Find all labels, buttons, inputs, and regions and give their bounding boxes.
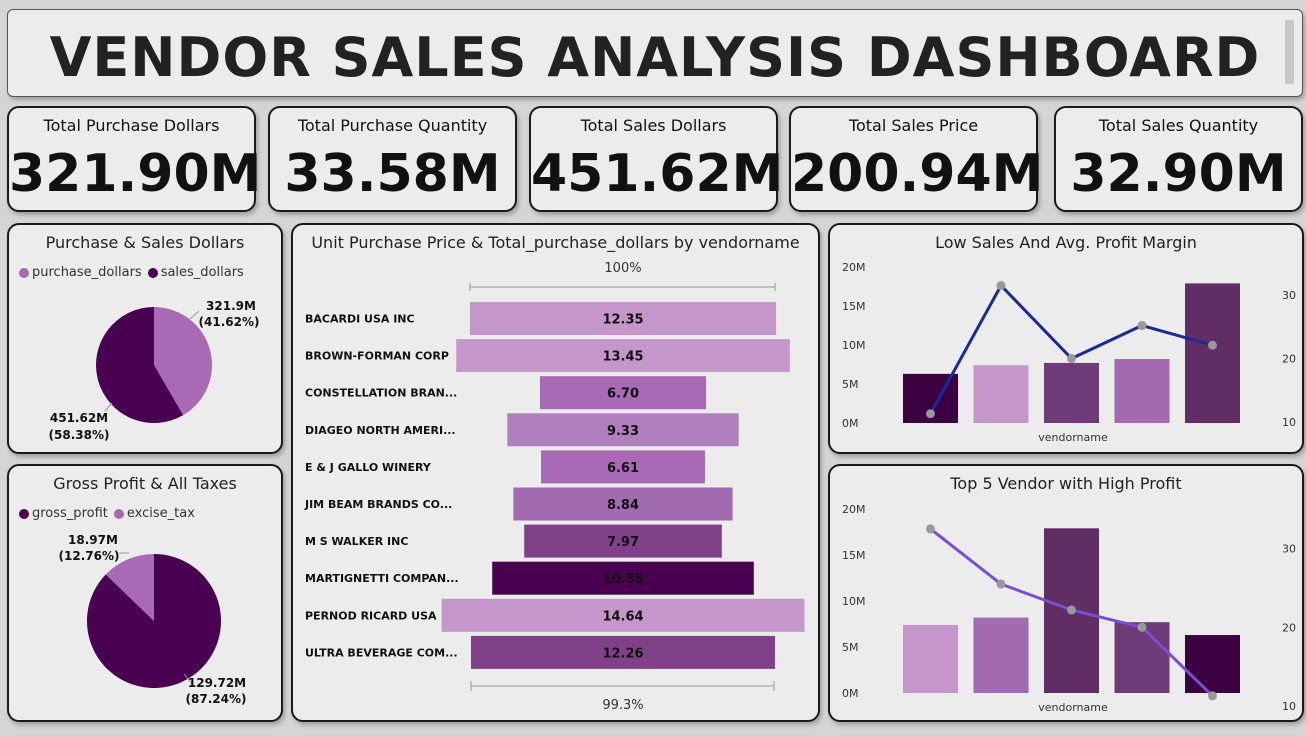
y-tick-label: 10M — [842, 595, 866, 608]
kpi-value: 200.94M — [791, 144, 1044, 204]
combo-svg: 0M 5M 10M 15M 20M 10 20 30 vendorname — [842, 261, 1296, 444]
y-tick-label: 15M — [842, 549, 866, 562]
y-tick-label: 5M — [842, 641, 859, 654]
category-label: MARTIGNETTI COMPAN... — [305, 572, 459, 585]
x-axis-label: vendorname — [1038, 431, 1108, 444]
funnel-svg: 100% BACARDI USA INC 12.35 BROWN-FORMAN CO… — [304, 261, 805, 713]
data-label: (12.76%) — [59, 549, 120, 563]
category-label: ULTRA BEVERAGE COM... — [305, 646, 458, 659]
category-label: JIM BEAM BRANDS CO... — [304, 498, 452, 511]
bar[interactable] — [1114, 622, 1170, 693]
data-label: 13.45 — [602, 350, 643, 365]
line-point[interactable] — [926, 409, 935, 419]
line-point[interactable] — [996, 281, 1006, 291]
funnel-top-label: 100% — [604, 261, 641, 276]
y2-tick-label: 20 — [1282, 353, 1296, 366]
bar[interactable] — [1185, 635, 1240, 693]
line-point[interactable] — [1137, 622, 1147, 632]
scrollbar[interactable] — [1285, 20, 1294, 84]
y-tick-label: 10M — [842, 339, 866, 352]
line-point[interactable] — [1137, 321, 1147, 331]
y-tick-label: 20M — [842, 261, 866, 274]
y-tick-label: 0M — [842, 417, 859, 430]
y-tick-label: 15M — [842, 300, 866, 313]
dashboard-title: VENDOR SALES ANALYSIS DASHBOARD — [49, 26, 1261, 89]
data-label: 9.33 — [607, 424, 639, 439]
line-point[interactable] — [1067, 354, 1076, 364]
y2-tick-label: 30 — [1282, 289, 1296, 302]
gross-profit-taxes-pie-chart: Gross Profit & All Taxes gross_profit ex… — [7, 464, 283, 722]
line-point[interactable] — [926, 524, 935, 534]
kpi-value: 451.62M — [531, 144, 784, 204]
bar[interactable] — [973, 365, 1029, 423]
y-tick-label: 0M — [842, 687, 859, 700]
y2-tick-label: 30 — [1282, 543, 1296, 556]
category-label: E & J GALLO WINERY — [305, 461, 432, 474]
line-point[interactable] — [1208, 340, 1217, 350]
pie-svg: 18.97M (12.76%) 129.72M (87.24%) — [59, 533, 247, 706]
category-label: M S WALKER INC — [305, 535, 408, 548]
y2-tick-label: 10 — [1282, 416, 1296, 429]
x-axis-label: vendorname — [1038, 701, 1108, 714]
category-label: BROWN-FORMAN CORP — [305, 350, 449, 363]
kpi-card-total-purchase-quantity: Total Purchase Quantity 33.58M — [268, 106, 517, 212]
kpi-card-total-sales-price: Total Sales Price 200.94M — [789, 106, 1044, 212]
kpi-card-total-sales-quantity: Total Sales Quantity 32.90M — [1054, 106, 1303, 212]
data-label: 10.55 — [602, 572, 643, 587]
bar[interactable] — [1044, 362, 1099, 423]
bar[interactable] — [1114, 359, 1170, 423]
y2-tick-label: 20 — [1282, 621, 1296, 634]
top-vendor-profit-chart: Top 5 Vendor with High Profit 0M 5M 10M 15M… — [828, 464, 1304, 722]
category-label: BACARDI USA INC — [305, 313, 415, 326]
kpi-card-total-purchase-dollars: Total Purchase Dollars 321.90M — [7, 106, 262, 212]
leader-line — [104, 402, 113, 412]
kpi-value: 321.90M — [9, 144, 262, 204]
line-point[interactable] — [1067, 605, 1076, 615]
category-label: CONSTELLATION BRAN... — [305, 387, 457, 400]
data-label: 451.62M — [50, 411, 108, 425]
low-sales-profit-margin-chart: Low Sales And Avg. Profit Margin 0M 5M 10M… — [828, 223, 1304, 454]
kpi-card-total-sales-dollars: Total Sales Dollars 451.62M — [529, 106, 784, 212]
data-label: 12.26 — [602, 646, 643, 661]
kpi-value: 32.90M — [1070, 144, 1287, 204]
line-point[interactable] — [1208, 691, 1217, 701]
data-label: 14.64 — [602, 609, 643, 624]
kpi-label: Total Sales Dollars — [580, 116, 727, 135]
category-label: PERNOD RICARD USA — [305, 609, 437, 622]
data-label: (41.62%) — [199, 315, 260, 329]
unit-price-funnel-chart: Unit Purchase Price & Total_purchase_dol… — [291, 223, 820, 722]
pie-svg: 321.9M (41.62%) 451.62M (58.38%) — [49, 299, 260, 442]
data-label: 129.72M — [188, 676, 246, 690]
y-tick-label: 5M — [842, 378, 859, 391]
y2-tick-label: 10 — [1282, 700, 1296, 713]
data-label: 12.35 — [602, 313, 643, 328]
kpi-label: Total Purchase Quantity — [297, 116, 488, 135]
data-label: 18.97M — [68, 533, 118, 547]
kpi-label: Total Purchase Dollars — [43, 116, 220, 135]
data-label: 321.9M — [206, 299, 256, 313]
data-label: 6.61 — [607, 461, 639, 476]
y-tick-label: 20M — [842, 503, 866, 516]
kpi-value: 33.58M — [284, 144, 501, 204]
bar[interactable] — [1185, 283, 1240, 423]
data-label: 6.70 — [607, 387, 639, 402]
category-label: DIAGEO NORTH AMERI... — [305, 424, 456, 437]
data-label: (87.24%) — [186, 692, 247, 706]
bar[interactable] — [903, 624, 958, 693]
top-bracket — [469, 283, 776, 291]
line-point[interactable] — [996, 579, 1006, 589]
bottom-bracket — [470, 681, 775, 691]
data-label: (58.38%) — [49, 428, 110, 442]
data-label: 8.84 — [607, 498, 639, 513]
bar[interactable] — [973, 617, 1029, 693]
title-banner: VENDOR SALES ANALYSIS DASHBOARD — [7, 9, 1303, 97]
kpi-label: Total Sales Price — [848, 116, 979, 135]
purchase-sales-pie-chart: Purchase & Sales Dollars purchase_dollar… — [7, 223, 283, 454]
combo-svg: 0M 5M 10M 15M 20M 10 20 30 vendorname — [842, 503, 1296, 714]
funnel-bottom-label: 99.3% — [602, 698, 643, 713]
kpi-label: Total Sales Quantity — [1098, 116, 1259, 135]
data-label: 7.97 — [607, 535, 639, 550]
